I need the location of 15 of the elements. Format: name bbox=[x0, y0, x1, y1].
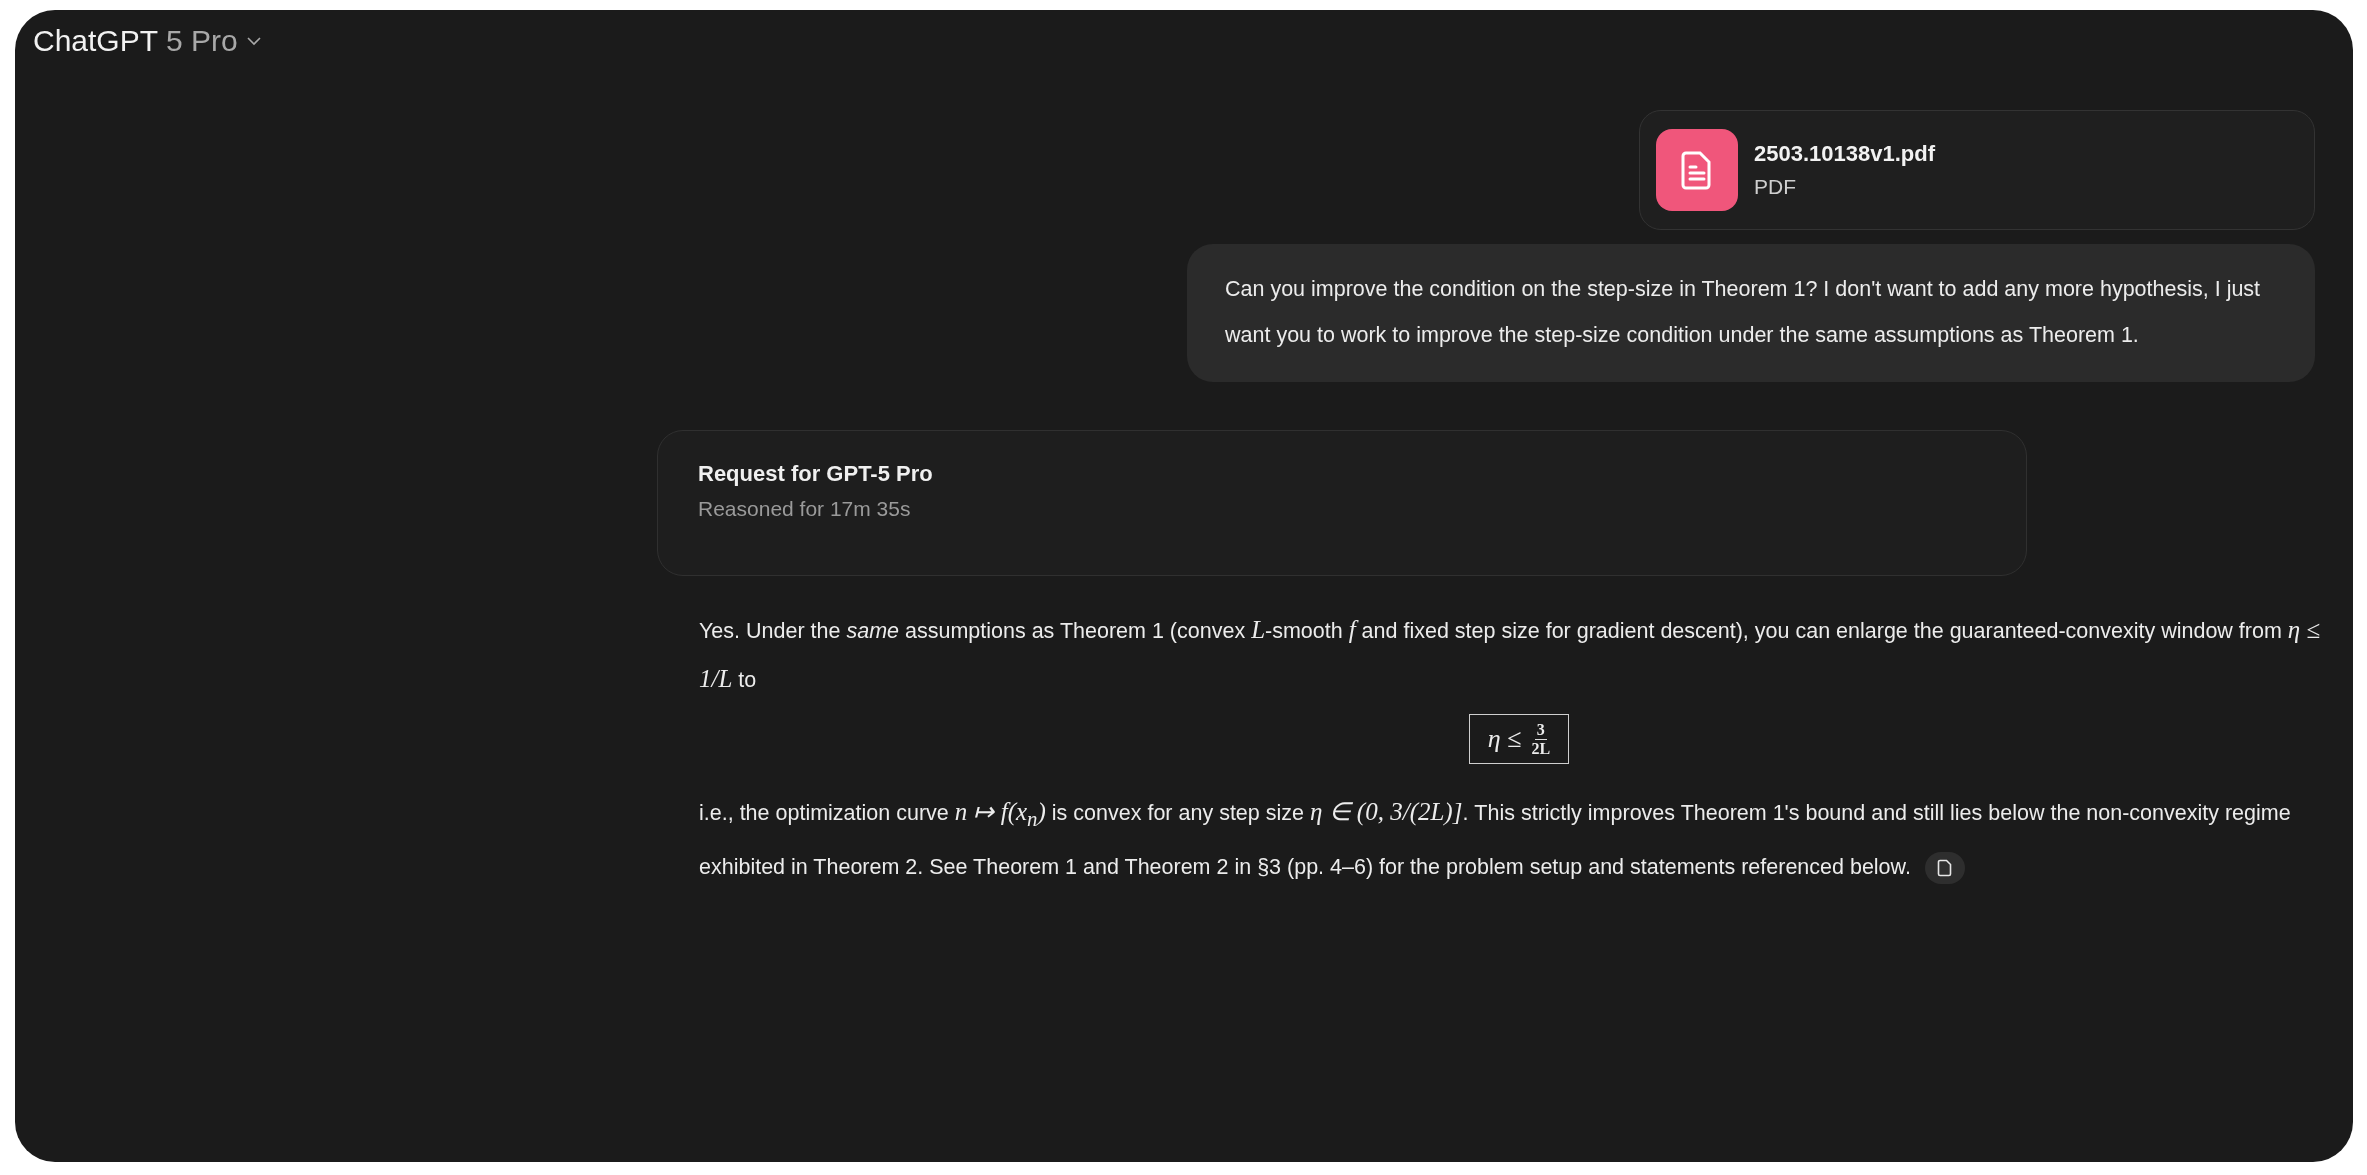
request-card[interactable]: Request for GPT-5 Pro Reasoned for 17m 35s bbox=[657, 430, 2027, 576]
reasoning-time: Reasoned for 17m 35s bbox=[698, 497, 912, 521]
file-attachment[interactable]: 2503.10138v1.pdf PDF bbox=[1639, 110, 2315, 230]
document-icon bbox=[1656, 129, 1738, 211]
document-icon bbox=[1936, 859, 1953, 878]
source-button[interactable] bbox=[1924, 852, 1965, 885]
app-title: ChatGPT bbox=[33, 24, 159, 58]
user-message: Can you improve the condition on the step-size in Theorem 1? I don't want to add any more hypothesis, I just want you to work to improve the step-size condition under the same assumptions as Theorem 1. bbox=[1187, 244, 2315, 382]
answer-paragraph: Yes. Under the same assumptions as Theorem 1 (convex L-smooth f and fixed step size for gradient descent), you can enlarge the guaranteed-convexity window from η ≤ 1/L to bbox=[699, 615, 2322, 694]
file-name: 2503.10138v1.pdf bbox=[1754, 141, 1936, 167]
model-selector[interactable]: 5 Pro bbox=[166, 24, 238, 58]
answer-paragraph: i.e., the optimization curve n ↦ f(x$_{n}$) is convex for any step size η ∈ (0, 3/(2L)]. This strictly improves Theorem 1's bound and still lies below the non-convexity regime exhibited in Theorem 2. See Theorem 1 and Theorem 2 in §3 (pp. 4–6) for the problem setup and statements referenced below. bbox=[699, 788, 2339, 891]
request-title: Request for GPT-5 Pro bbox=[698, 461, 934, 487]
file-type: PDF bbox=[1754, 175, 1797, 199]
chevron-down-icon[interactable] bbox=[245, 36, 262, 46]
